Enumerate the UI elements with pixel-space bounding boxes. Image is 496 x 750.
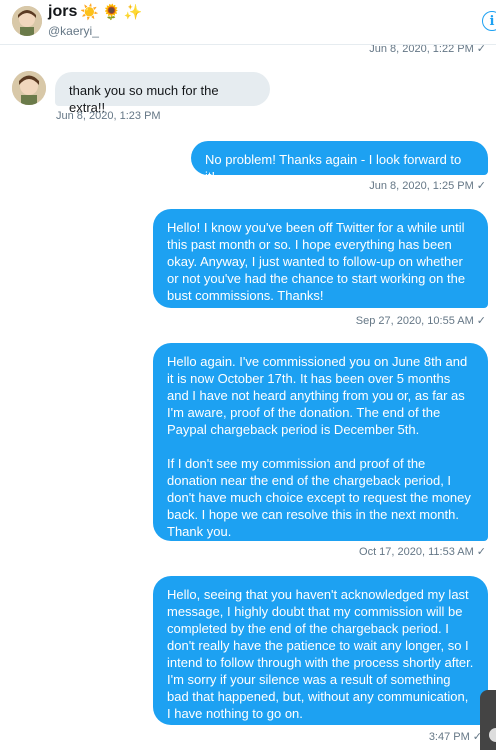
scroll-indicator-icon bbox=[489, 728, 496, 742]
message-bubble-incoming[interactable]: thank you so much for the extra!! bbox=[55, 72, 270, 115]
read-check-icon: ✓ bbox=[476, 180, 486, 192]
sparkles-emoji: ✨ bbox=[123, 3, 143, 21]
message-timestamp: Jun 8, 2020, 1:25 PM ✓ bbox=[369, 179, 486, 192]
message-timestamp: Oct 17, 2020, 11:53 AM ✓ bbox=[359, 545, 486, 558]
sunflower-emoji: 🌻 bbox=[102, 3, 121, 21]
scroll-to-bottom-button[interactable] bbox=[480, 690, 496, 750]
contact-name-row[interactable]: jors ☀️ 🌻 ✨ bbox=[48, 3, 142, 21]
contact-handle: @kaeryi_ bbox=[48, 24, 99, 38]
message-bubble-outgoing[interactable]: Hello! I know you've been off Twitter fo… bbox=[153, 209, 488, 308]
header-avatar[interactable] bbox=[12, 6, 42, 36]
read-check-icon: ✓ bbox=[476, 546, 486, 558]
info-icon[interactable]: i bbox=[482, 11, 496, 31]
message-timestamp: 3:47 PM ✓ bbox=[429, 730, 482, 743]
sun-emoji: ☀️ bbox=[80, 3, 100, 21]
timestamp-text: 3:47 PM bbox=[428, 731, 470, 743]
timestamp-text: Oct 17, 2020, 11:53 AM bbox=[359, 546, 474, 558]
contact-name: jors bbox=[48, 3, 78, 20]
message-timestamp: Jun 8, 2020, 1:23 PM bbox=[56, 110, 161, 122]
message-bubble-outgoing[interactable]: Hello, seeing that you haven't acknowled… bbox=[153, 576, 488, 725]
message-timestamp: Sep 27, 2020, 10:55 AM ✓ bbox=[356, 314, 486, 327]
message-bubble-outgoing[interactable]: No problem! Thanks again - I look forwar… bbox=[191, 141, 488, 184]
conversation-header: jors ☀️ 🌻 ✨ @kaeryi_ i bbox=[0, 0, 496, 45]
message-bubble-outgoing[interactable]: Hello again. I've commissioned you on Ju… bbox=[153, 343, 488, 541]
timestamp-text: Jun 8, 2020, 1:25 PM bbox=[369, 180, 474, 192]
sender-avatar[interactable] bbox=[12, 71, 46, 105]
read-check-icon: ✓ bbox=[476, 315, 486, 327]
timestamp-text: Sep 27, 2020, 10:55 AM bbox=[355, 315, 474, 327]
